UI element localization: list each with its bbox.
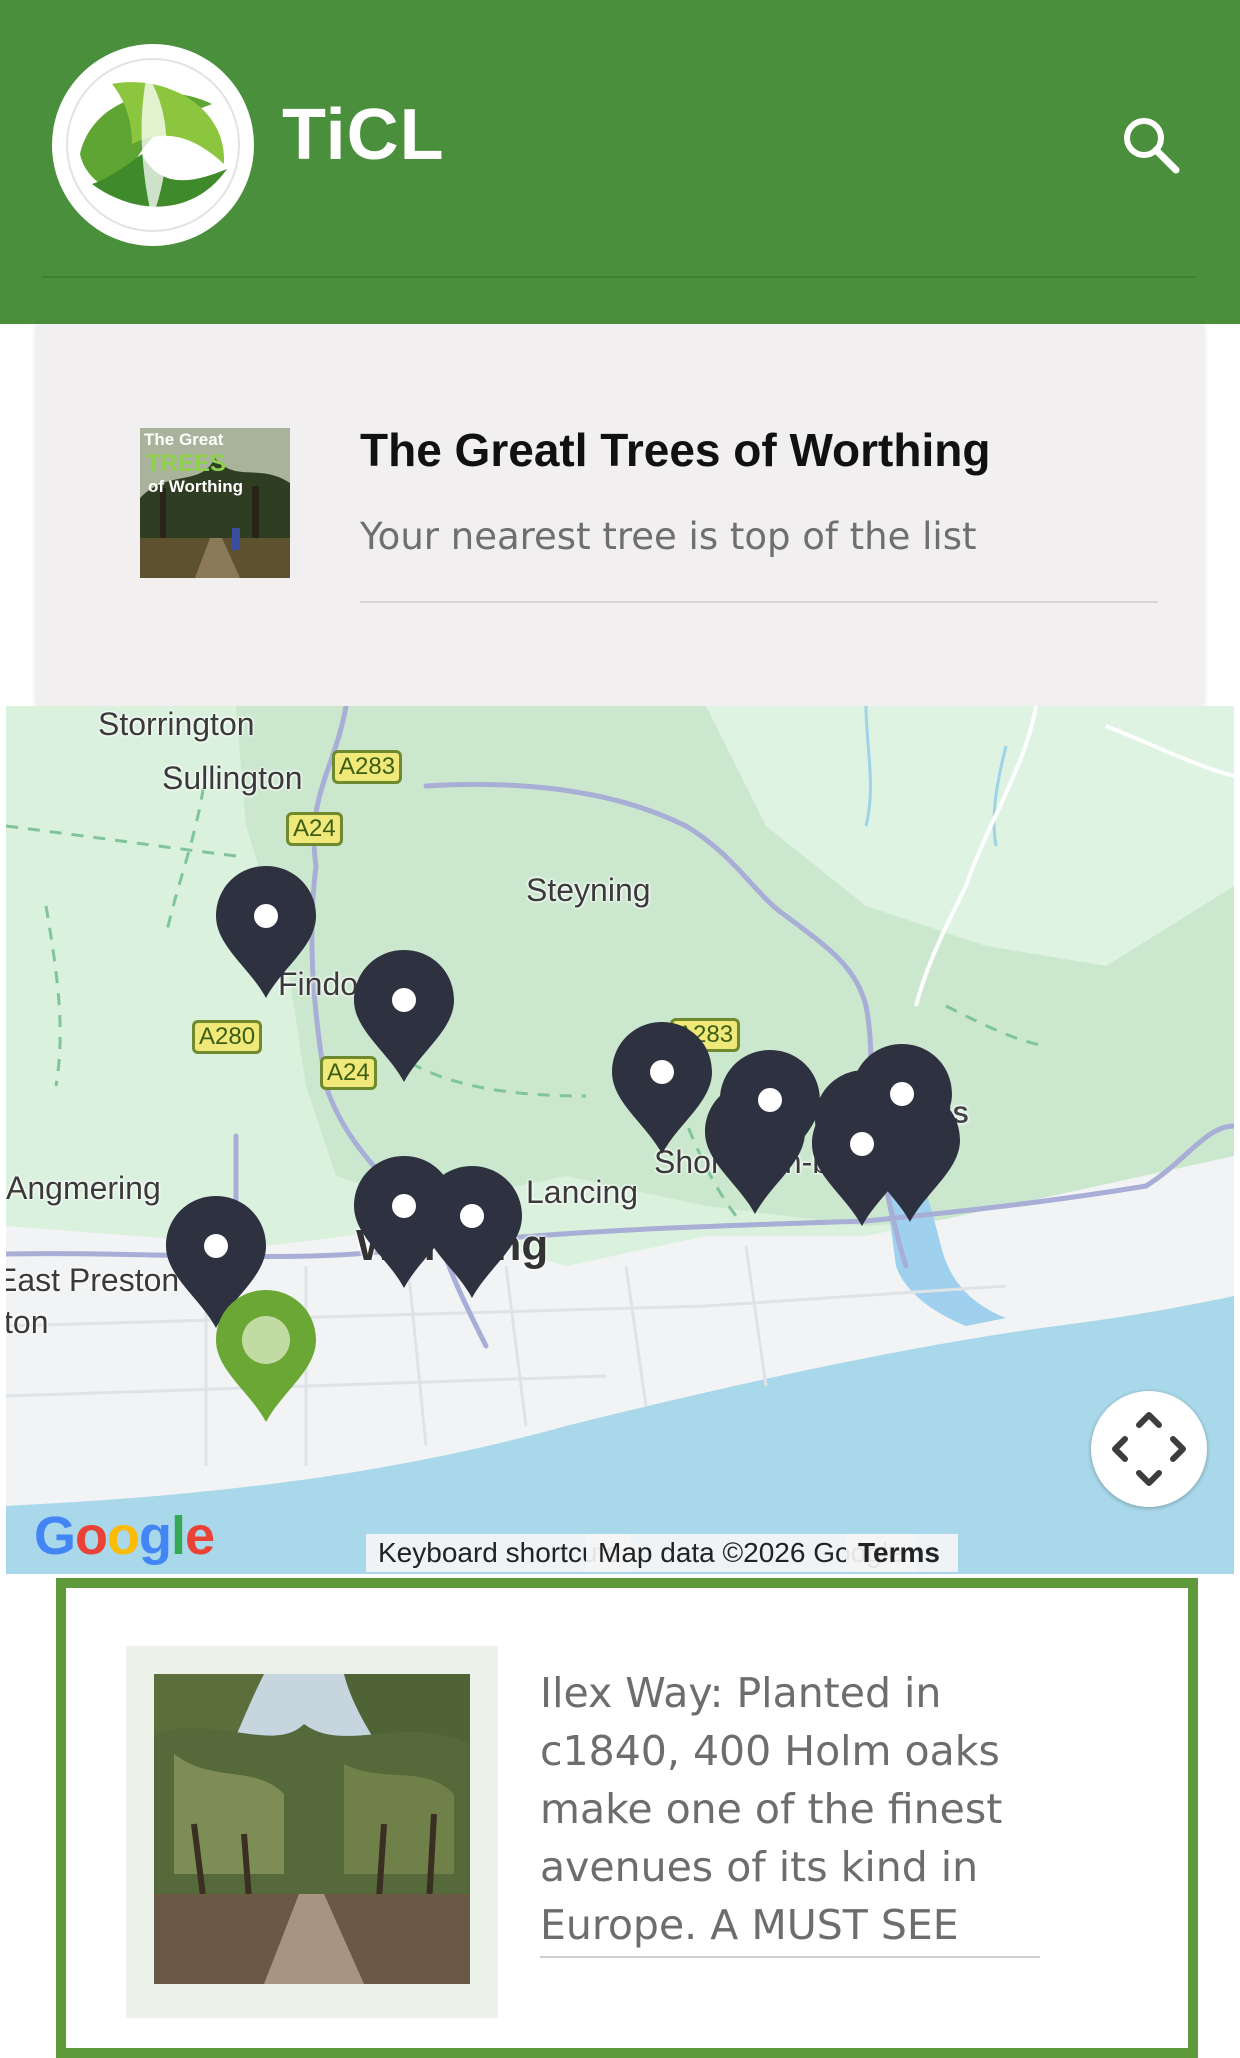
tree-thumbnail-frame bbox=[126, 1646, 498, 2018]
search-icon[interactable] bbox=[1118, 112, 1184, 178]
list-thumbnail: The Great TREES of Worthing bbox=[140, 428, 290, 578]
map-pin-icon[interactable] bbox=[348, 1152, 460, 1292]
avenue-of-holm-oaks-photo bbox=[154, 1674, 470, 1984]
place-label-east-preston: East Preston bbox=[6, 1262, 180, 1298]
tree-list-item[interactable]: Ilex Way: Planted in c1840, 400 Holm oak… bbox=[56, 1578, 1198, 2058]
tree-map[interactable]: Storrington Sullington Steyning Findon A… bbox=[6, 706, 1234, 1574]
place-label-angmering: Angmering bbox=[6, 1170, 161, 1206]
list-subtitle: Your nearest tree is top of the list bbox=[360, 515, 977, 558]
road-label-a280: A280 bbox=[192, 1020, 263, 1054]
road-label-a283-north: A283 bbox=[332, 750, 403, 784]
place-label-storrington: Storrington bbox=[98, 706, 255, 742]
tree-description: Ilex Way: Planted in c1840, 400 Holm oak… bbox=[540, 1664, 1040, 1958]
list-title: The Greatl Trees of Worthing bbox=[360, 424, 991, 476]
place-label-steyning: Steyning bbox=[526, 872, 651, 908]
fullscreen-icon bbox=[1112, 1412, 1186, 1486]
road-label-a24-north: A24 bbox=[286, 812, 343, 846]
place-label-ton: ton bbox=[6, 1304, 49, 1340]
app-header: TiCL bbox=[0, 0, 1240, 324]
app-title: TiCL bbox=[282, 95, 445, 175]
terms-link[interactable]: Terms bbox=[846, 1534, 958, 1572]
header-divider bbox=[42, 276, 1196, 278]
place-label-sullington: Sullington bbox=[162, 760, 303, 796]
map-pin-icon[interactable] bbox=[806, 1090, 918, 1230]
thumbnail-line-1: The Great bbox=[144, 430, 224, 449]
map-pin-icon[interactable] bbox=[348, 946, 460, 1086]
place-label-lancing: Lancing bbox=[526, 1174, 639, 1210]
current-tree-pin-icon[interactable] bbox=[210, 1286, 322, 1426]
google-logo: Google bbox=[34, 1506, 215, 1566]
card-divider bbox=[360, 601, 1158, 603]
map-pin-icon[interactable] bbox=[210, 862, 322, 1002]
thumbnail-line-2: TREES bbox=[146, 450, 227, 477]
thumbnail-line-3: of Worthing bbox=[148, 477, 244, 496]
ticl-logo-icon[interactable] bbox=[52, 44, 254, 246]
list-header-card: The Great TREES of Worthing The Greatl T… bbox=[36, 324, 1204, 706]
fullscreen-button[interactable] bbox=[1091, 1391, 1207, 1507]
